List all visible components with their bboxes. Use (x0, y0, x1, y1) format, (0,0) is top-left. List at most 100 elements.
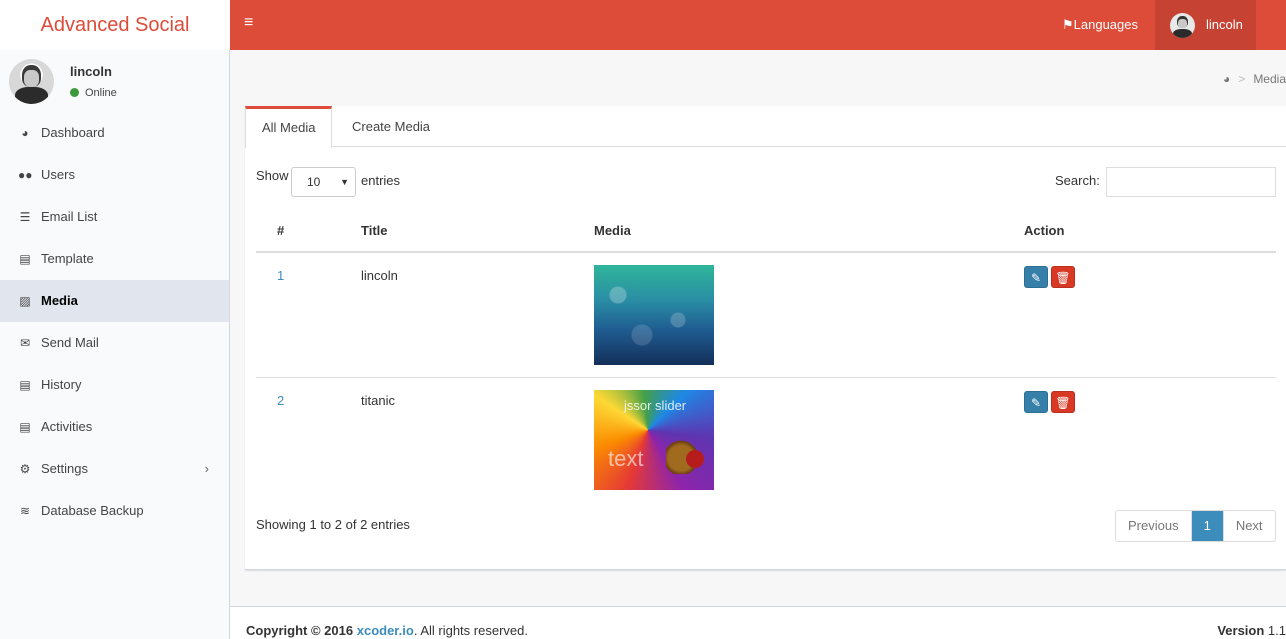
user-status-label: Online (85, 87, 117, 99)
row-title: titanic (361, 393, 395, 408)
row-id[interactable]: 2 (277, 393, 284, 408)
column-header-number[interactable]: # (277, 223, 284, 238)
user-menu[interactable]: lincoln (1155, 0, 1256, 50)
tab-bar: All Media Create Media (245, 106, 1286, 148)
online-dot-icon (70, 88, 79, 97)
next-page-button[interactable]: Next (1222, 511, 1275, 541)
sidebar-item-label: Users (41, 167, 75, 182)
sidebar-item-label: Dashboard (41, 125, 105, 140)
sidebar-item-dashboard[interactable]: ◕ Dashboard (0, 112, 229, 154)
row-title: lincoln (361, 268, 398, 283)
tab-all-media[interactable]: All Media (245, 106, 333, 148)
dashboard-icon[interactable]: ◕ (1223, 72, 1230, 86)
template-icon: ▤ (19, 252, 31, 266)
sidebar-user-name: lincoln (70, 64, 112, 79)
chevron-right-icon: › (204, 461, 209, 476)
sidebar-item-label: Send Mail (41, 335, 99, 350)
thumbnail-text: jssor slider (624, 398, 687, 413)
copyright: Copyright © 2016 xcoder.io. All rights r… (246, 623, 528, 638)
version-label: Version (1217, 623, 1265, 638)
languages-label: Languages (1073, 17, 1138, 32)
image-icon: ▨ (19, 294, 31, 308)
sidebar-item-users[interactable]: ●● Users (0, 154, 229, 196)
sidebar: lincoln Online ◕ Dashboard ●● Users ☰ Email… (0, 50, 230, 639)
edit-icon: ✎ (1030, 396, 1042, 410)
sidebar-item-activities[interactable]: ▤ Activities (0, 406, 229, 448)
sidebar-item-settings[interactable]: ⚙ Settings › (0, 448, 229, 490)
search-label: Search: (1055, 173, 1100, 188)
sidebar-item-label: Activities (41, 419, 93, 434)
page-button-current[interactable]: 1 (1191, 511, 1223, 541)
delete-button[interactable]: 🗑 (1051, 391, 1075, 413)
pagination-info: Showing 1 to 2 of 2 entries (256, 517, 410, 532)
copyright-prefix: Copyright © 2016 (246, 623, 354, 638)
pagination: Previous 1 Next (1115, 510, 1276, 542)
version-number: 1.1 (1267, 623, 1286, 638)
media-thumbnail: jssor slider text (594, 390, 714, 490)
media-box: All Media Create Media Show 10 ▼ entries… (245, 106, 1286, 570)
column-header-action[interactable]: Action (1024, 223, 1064, 238)
column-header-title[interactable]: Title (361, 223, 388, 238)
sidebar-item-label: Media (41, 293, 78, 308)
header-user-name: lincoln (1206, 17, 1243, 32)
copyright-suffix: . All rights reserved. (413, 623, 528, 638)
database-icon: ≋ (19, 504, 31, 518)
sidebar-item-email-list[interactable]: ☰ Email List (0, 196, 229, 238)
user-status: Online (70, 87, 117, 99)
trash-icon: 🗑 (1055, 396, 1071, 410)
content-area: ◕ > Media All Media Create Media Show 10 ▼… (230, 50, 1286, 606)
sidebar-item-label: Email List (41, 209, 98, 224)
fruit-graphic (686, 450, 704, 468)
tab-create-media[interactable]: Create Media (336, 106, 446, 147)
app-logo[interactable]: Advanced Social (0, 0, 230, 50)
user-panel: lincoln Online (0, 50, 229, 112)
column-header-media[interactable]: Media (594, 223, 631, 238)
users-icon: ●● (18, 168, 33, 182)
footer: Copyright © 2016 xcoder.io. All rights r… (230, 606, 1286, 639)
gears-icon: ⚙ (19, 462, 31, 476)
row-id[interactable]: 1 (277, 268, 284, 283)
avatar (9, 59, 54, 104)
trash-icon: 🗑 (1055, 271, 1071, 285)
flag-icon: ⚑ (1062, 17, 1074, 32)
list-icon: ☰ (19, 210, 31, 224)
sidebar-item-label: History (41, 377, 82, 392)
sidebar-item-history[interactable]: ▤ History (0, 364, 229, 406)
sidebar-item-label: Settings (41, 461, 88, 476)
show-label: Show (256, 168, 289, 183)
edit-button[interactable]: ✎ (1024, 266, 1048, 288)
sidebar-item-label: Template (41, 251, 94, 266)
entries-label: entries (361, 173, 401, 188)
caret-down-icon: ▼ (340, 177, 349, 187)
dashboard-icon: ◕ (21, 126, 29, 140)
edit-icon: ✎ (1030, 271, 1042, 285)
xcoder-link[interactable]: xcoder.io (357, 623, 414, 638)
history-icon: ▤ (19, 378, 31, 392)
sidebar-menu: ◕ Dashboard ●● Users ☰ Email List ▤ Template… (0, 112, 229, 532)
sidebar-item-send-mail[interactable]: ✉ Send Mail (0, 322, 229, 364)
delete-button[interactable]: 🗑 (1051, 266, 1075, 288)
user-avatar (1170, 13, 1195, 38)
thumbnail-text: text (608, 446, 644, 471)
previous-page-button[interactable]: Previous (1116, 511, 1192, 541)
page-size-select[interactable]: 10 ▼ (291, 167, 356, 197)
sidebar-item-media[interactable]: ▨ Media (0, 280, 229, 322)
breadcrumb-separator: > (1238, 72, 1246, 86)
search-input[interactable] (1106, 167, 1276, 197)
table-row: 1 lincoln ✎ 🗑 (256, 253, 1276, 378)
sidebar-item-label: Database Backup (41, 503, 144, 518)
languages-menu[interactable]: ⚑Languages (1062, 0, 1138, 50)
sidebar-item-template[interactable]: ▤ Template (0, 238, 229, 280)
breadcrumb: ◕ > Media (1223, 72, 1286, 86)
breadcrumb-current: Media (1253, 72, 1286, 86)
sidebar-item-database-backup[interactable]: ≋ Database Backup (0, 490, 229, 532)
menu-toggle-icon[interactable]: ≡ (244, 14, 253, 32)
envelope-icon: ✉ (19, 336, 31, 350)
media-thumbnail (594, 265, 714, 365)
edit-button[interactable]: ✎ (1024, 391, 1048, 413)
top-navbar: ≡ ⚑Languages lincoln (230, 0, 1286, 50)
version: Version 1.1 (1217, 623, 1286, 638)
page-size-value: 10 (307, 175, 321, 189)
activities-icon: ▤ (19, 420, 31, 434)
table-row: 2 titanic jssor slider text ✎ 🗑 (256, 378, 1276, 503)
